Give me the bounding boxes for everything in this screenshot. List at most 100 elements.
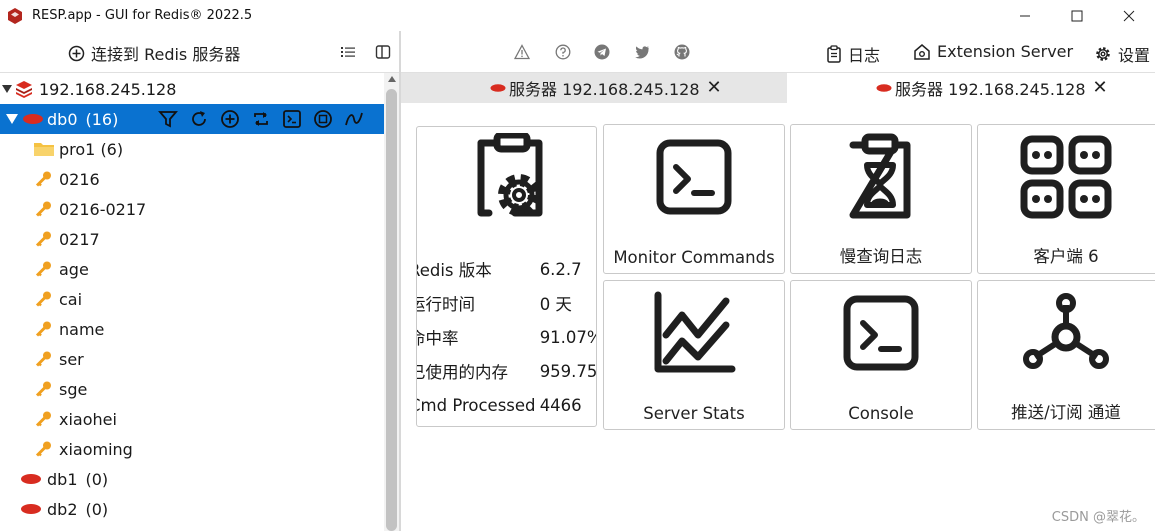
- warning-icon[interactable]: [514, 44, 530, 60]
- key-icon: [35, 381, 51, 397]
- tab-label: 服务器 192.168.245.128: [509, 80, 700, 99]
- key-label: 0216: [59, 169, 100, 189]
- database-icon: [876, 84, 892, 92]
- log-button[interactable]: 日志: [826, 42, 880, 66]
- connect-server-button[interactable]: 连接到 Redis 服务器: [68, 41, 240, 65]
- help-icon[interactable]: [555, 44, 571, 60]
- tab-close-icon[interactable]: ✕: [1093, 79, 1108, 97]
- settings-button[interactable]: 设置: [1094, 42, 1150, 66]
- key-icon: [35, 411, 51, 427]
- tree-key-row[interactable]: 0216: [0, 164, 384, 194]
- database-icon: [490, 84, 506, 92]
- tree-key-row[interactable]: 0217: [0, 224, 384, 254]
- key-icon: [35, 291, 51, 307]
- key-label: xiaoming: [59, 439, 133, 459]
- tree-key-row[interactable]: sge: [0, 374, 384, 404]
- reload-button[interactable]: [187, 108, 211, 130]
- split-panel-icon[interactable]: [375, 44, 391, 60]
- maximize-icon: [1071, 10, 1083, 21]
- memory-analyzer-icon: [314, 110, 332, 128]
- tree-key-row[interactable]: xiaoming: [0, 434, 384, 464]
- info-key: 已使用的内存: [416, 363, 508, 382]
- tile-label: 客户端 6: [1033, 247, 1099, 266]
- tree-db-row[interactable]: db1 (0): [0, 464, 384, 494]
- terminal-icon: [656, 139, 732, 215]
- tree-db-row-selected[interactable]: db0 (16): [0, 104, 384, 134]
- tree-scrollbar[interactable]: [384, 73, 399, 531]
- extension-server-label: Extension Server: [937, 42, 1074, 61]
- database-icon: [21, 474, 41, 484]
- tree-key-row[interactable]: 0216-0217: [0, 194, 384, 224]
- twitter-icon[interactable]: [634, 44, 650, 60]
- flush-button[interactable]: [342, 108, 366, 130]
- tile-monitor-commands[interactable]: Monitor Commands: [603, 124, 785, 274]
- db-key-count: (16): [85, 109, 119, 129]
- tree-folder-row[interactable]: pro1 (6): [0, 134, 384, 164]
- server-info-card: Redis 版本 6.2.7 运行时间 0 天 命中率 91.07% 已使用的内…: [416, 126, 597, 427]
- telegram-icon[interactable]: [594, 44, 610, 60]
- scroll-thumb[interactable]: [386, 89, 397, 531]
- console-button[interactable]: [280, 108, 304, 130]
- reload-icon: [192, 111, 206, 126]
- main-toolbar: 日志 Extension Server 设置: [401, 31, 1155, 73]
- analyze-button[interactable]: [311, 108, 335, 130]
- tile-console[interactable]: Console: [790, 280, 972, 430]
- tab-close-icon[interactable]: ✕: [707, 79, 722, 97]
- info-key: Redis 版本: [416, 261, 492, 280]
- list-view-icon[interactable]: [340, 44, 356, 60]
- tree-key-row[interactable]: xiaohei: [0, 404, 384, 434]
- tile-label: 慢查询日志: [839, 247, 923, 266]
- add-key-button[interactable]: [218, 108, 242, 130]
- resp-app-logo-icon: [8, 7, 22, 24]
- db-name: db2: [47, 499, 78, 519]
- window-title: RESP.app - GUI for Redis® 2022.5: [32, 8, 253, 23]
- info-value: 959.75K: [539, 361, 597, 381]
- tree-key-row[interactable]: ser: [0, 344, 384, 374]
- tile-label: Server Stats: [643, 404, 745, 423]
- close-window-button[interactable]: [1103, 0, 1155, 31]
- filter-icon: [158, 111, 178, 128]
- info-key: Cmd Processed: [416, 395, 536, 415]
- tree-db-row[interactable]: db2 (0): [0, 494, 384, 524]
- connect-server-label: 连接到 Redis 服务器: [91, 45, 241, 64]
- tab-server-inactive[interactable]: 服务器 192.168.245.128 ✕: [401, 73, 787, 103]
- db-key-count: (0): [85, 499, 109, 519]
- info-row: Cmd Processed 4466: [416, 388, 596, 422]
- connections-header: 连接到 Redis 服务器: [0, 31, 399, 73]
- server-dashboard: Redis 版本 6.2.7 运行时间 0 天 命中率 91.07% 已使用的内…: [401, 103, 1155, 531]
- watermark: CSDN @翠花。: [1051, 510, 1145, 525]
- database-icon: [23, 114, 43, 124]
- gear-icon: [1096, 47, 1110, 61]
- terminal-icon: [843, 295, 919, 371]
- minimize-icon: [1020, 15, 1030, 16]
- info-key: 命中率: [417, 329, 459, 348]
- close-icon: [1123, 10, 1135, 21]
- minimize-button[interactable]: [999, 0, 1051, 31]
- key-label: cai: [59, 289, 83, 309]
- server-info-table: Redis 版本 6.2.7 运行时间 0 天 命中率 91.07% 已使用的内…: [416, 252, 597, 422]
- tree-key-row[interactable]: age: [0, 254, 384, 284]
- title-bar: RESP.app - GUI for Redis® 2022.5: [0, 0, 1155, 31]
- github-icon[interactable]: [674, 44, 690, 60]
- info-value: 0 天: [539, 295, 572, 314]
- tab-server-active[interactable]: 服务器 192.168.245.128 ✕: [787, 73, 1155, 103]
- maximize-button[interactable]: [1051, 0, 1103, 31]
- tree-server-row[interactable]: 192.168.245.128: [0, 74, 384, 104]
- key-icon: [35, 231, 51, 247]
- tile-server-stats[interactable]: Server Stats: [603, 280, 785, 430]
- db-toolbar: [156, 108, 366, 130]
- scroll-up-arrow-icon[interactable]: [384, 75, 399, 87]
- tile-slowlog[interactable]: 慢查询日志: [790, 124, 972, 274]
- extension-server-icon: [914, 43, 930, 60]
- key-label: ser: [59, 349, 84, 369]
- refresh-keys-button[interactable]: [249, 108, 273, 130]
- tree-key-row[interactable]: cai: [0, 284, 384, 314]
- tile-label: Monitor Commands: [613, 248, 775, 267]
- extension-server-button[interactable]: Extension Server: [913, 42, 1073, 61]
- server-name: 192.168.245.128: [39, 79, 177, 99]
- tile-pubsub[interactable]: 推送/订阅 通道: [977, 280, 1155, 430]
- tree-key-row[interactable]: name: [0, 314, 384, 344]
- key-icon: [35, 171, 51, 187]
- tile-clients[interactable]: 客户端 6: [977, 124, 1155, 274]
- filter-button[interactable]: [156, 108, 180, 130]
